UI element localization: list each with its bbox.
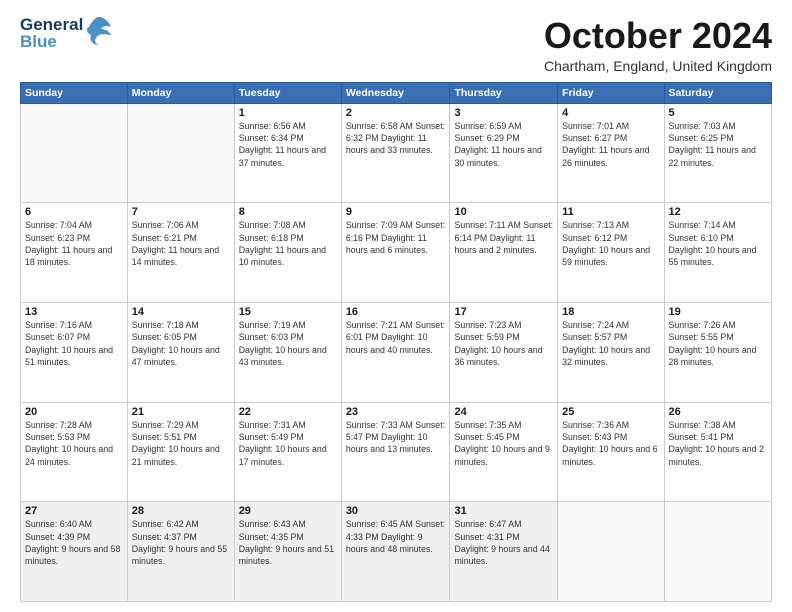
header-thursday: Thursday <box>450 82 558 103</box>
table-row: 7Sunrise: 7:06 AM Sunset: 6:21 PM Daylig… <box>127 203 234 303</box>
header-wednesday: Wednesday <box>341 82 450 103</box>
table-row: 6Sunrise: 7:04 AM Sunset: 6:23 PM Daylig… <box>21 203 128 303</box>
page: General Blue October 2024 Chartham, Engl… <box>0 0 792 612</box>
title-area: October 2024 Chartham, England, United K… <box>544 16 772 74</box>
table-row: 1Sunrise: 6:56 AM Sunset: 6:34 PM Daylig… <box>234 103 341 203</box>
logo-general: General <box>20 16 83 33</box>
calendar-header-row: Sunday Monday Tuesday Wednesday Thursday… <box>21 82 772 103</box>
logo-blue: Blue <box>20 33 83 50</box>
table-row: 23Sunrise: 7:33 AM Sunset: 5:47 PM Dayli… <box>341 402 450 502</box>
logo: General Blue <box>20 16 113 50</box>
table-row: 2Sunrise: 6:58 AM Sunset: 6:32 PM Daylig… <box>341 103 450 203</box>
table-row: 19Sunrise: 7:26 AM Sunset: 5:55 PM Dayli… <box>664 302 771 402</box>
table-row: 27Sunrise: 6:40 AM Sunset: 4:39 PM Dayli… <box>21 502 128 602</box>
table-row: 20Sunrise: 7:28 AM Sunset: 5:53 PM Dayli… <box>21 402 128 502</box>
table-row: 13Sunrise: 7:16 AM Sunset: 6:07 PM Dayli… <box>21 302 128 402</box>
header-sunday: Sunday <box>21 82 128 103</box>
table-row <box>558 502 664 602</box>
table-row: 30Sunrise: 6:45 AM Sunset: 4:33 PM Dayli… <box>341 502 450 602</box>
table-row: 31Sunrise: 6:47 AM Sunset: 4:31 PM Dayli… <box>450 502 558 602</box>
table-row: 11Sunrise: 7:13 AM Sunset: 6:12 PM Dayli… <box>558 203 664 303</box>
table-row: 16Sunrise: 7:21 AM Sunset: 6:01 PM Dayli… <box>341 302 450 402</box>
header-friday: Friday <box>558 82 664 103</box>
table-row: 21Sunrise: 7:29 AM Sunset: 5:51 PM Dayli… <box>127 402 234 502</box>
table-row: 3Sunrise: 6:59 AM Sunset: 6:29 PM Daylig… <box>450 103 558 203</box>
header-saturday: Saturday <box>664 82 771 103</box>
table-row: 12Sunrise: 7:14 AM Sunset: 6:10 PM Dayli… <box>664 203 771 303</box>
table-row: 18Sunrise: 7:24 AM Sunset: 5:57 PM Dayli… <box>558 302 664 402</box>
table-row: 25Sunrise: 7:36 AM Sunset: 5:43 PM Dayli… <box>558 402 664 502</box>
header: General Blue October 2024 Chartham, Engl… <box>20 16 772 74</box>
table-row: 9Sunrise: 7:09 AM Sunset: 6:16 PM Daylig… <box>341 203 450 303</box>
logo-bird-icon <box>85 15 113 47</box>
table-row: 8Sunrise: 7:08 AM Sunset: 6:18 PM Daylig… <box>234 203 341 303</box>
header-tuesday: Tuesday <box>234 82 341 103</box>
table-row <box>127 103 234 203</box>
table-row <box>664 502 771 602</box>
table-row: 4Sunrise: 7:01 AM Sunset: 6:27 PM Daylig… <box>558 103 664 203</box>
table-row: 22Sunrise: 7:31 AM Sunset: 5:49 PM Dayli… <box>234 402 341 502</box>
table-row: 17Sunrise: 7:23 AM Sunset: 5:59 PM Dayli… <box>450 302 558 402</box>
table-row: 29Sunrise: 6:43 AM Sunset: 4:35 PM Dayli… <box>234 502 341 602</box>
table-row: 10Sunrise: 7:11 AM Sunset: 6:14 PM Dayli… <box>450 203 558 303</box>
table-row: 28Sunrise: 6:42 AM Sunset: 4:37 PM Dayli… <box>127 502 234 602</box>
month-title: October 2024 <box>544 16 772 56</box>
table-row: 24Sunrise: 7:35 AM Sunset: 5:45 PM Dayli… <box>450 402 558 502</box>
table-row: 14Sunrise: 7:18 AM Sunset: 6:05 PM Dayli… <box>127 302 234 402</box>
table-row: 26Sunrise: 7:38 AM Sunset: 5:41 PM Dayli… <box>664 402 771 502</box>
table-row <box>21 103 128 203</box>
table-row: 5Sunrise: 7:03 AM Sunset: 6:25 PM Daylig… <box>664 103 771 203</box>
calendar-table: Sunday Monday Tuesday Wednesday Thursday… <box>20 82 772 602</box>
table-row: 15Sunrise: 7:19 AM Sunset: 6:03 PM Dayli… <box>234 302 341 402</box>
location: Chartham, England, United Kingdom <box>544 58 772 74</box>
header-monday: Monday <box>127 82 234 103</box>
